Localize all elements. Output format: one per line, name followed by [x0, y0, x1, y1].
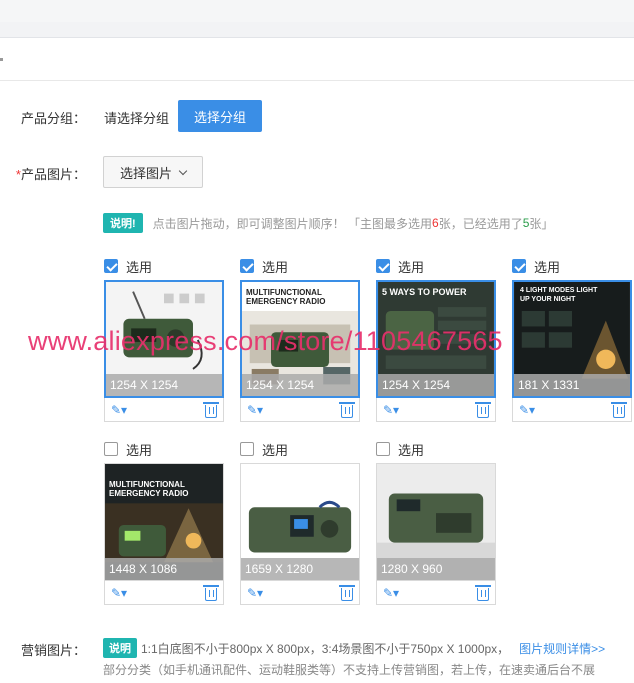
image-banner: MULTIFUNCTIONAL EMERGENCY RADIO	[109, 480, 189, 498]
image-thumb[interactable]: 1280 X 960	[376, 463, 496, 581]
magic-wand-icon[interactable]: ✎▾	[383, 586, 399, 600]
checkbox[interactable]	[376, 259, 390, 273]
group-placeholder: 请选择分组	[104, 111, 170, 126]
image-banner: 5 WAYS TO POWER	[382, 287, 467, 297]
checkbox[interactable]	[376, 442, 390, 456]
select-images-label: 选择图片	[119, 165, 172, 181]
image-card: 选用 1659 X 1280 ✎▾	[240, 439, 360, 605]
tip-badge: 说明!	[103, 213, 143, 233]
top-bar-strip	[0, 0, 634, 22]
check-label: 选用	[126, 442, 153, 458]
trash-icon[interactable]	[339, 401, 355, 418]
image-check[interactable]: 选用	[240, 439, 360, 459]
magic-wand-icon[interactable]: ✎▾	[383, 403, 399, 417]
image-banner: 4 LIGHT MODES LIGHT UP YOUR NIGHT	[520, 287, 598, 303]
checkbox[interactable]	[104, 442, 118, 456]
chevron-down-icon	[178, 166, 188, 175]
checkbox[interactable]	[104, 259, 118, 273]
group-label: 产品分组：	[20, 111, 86, 126]
image-rules-link[interactable]: 图片规则详情>>	[519, 640, 605, 657]
marketing-label: 营销图片：	[20, 643, 86, 658]
check-label: 选用	[534, 259, 561, 275]
image-size: 1254 X 1254	[106, 374, 222, 396]
magic-wand-icon[interactable]: ✎▾	[247, 403, 263, 417]
magic-wand-icon[interactable]: ✎▾	[111, 403, 127, 417]
image-size: 1254 X 1254	[242, 374, 358, 396]
tip-text-a: 点击图片拖动，即可调整图片顺序！ 「主图最多选用	[152, 216, 433, 231]
image-thumb[interactable]: MULTIFUNCTIONAL EMERGENCY RADIO 1448 X 1…	[104, 463, 224, 581]
image-tools: ✎▾	[104, 581, 224, 605]
checkbox[interactable]	[240, 442, 254, 456]
tip-text-c: 张」	[529, 216, 554, 231]
image-size: 1659 X 1280	[241, 558, 359, 580]
image-check[interactable]: 选用	[376, 439, 496, 459]
trash-icon[interactable]	[203, 584, 219, 601]
tip-text-b: 张，已经选用了	[438, 216, 523, 231]
image-check[interactable]: 选用	[512, 256, 632, 276]
checkbox[interactable]	[512, 259, 526, 273]
image-card: 选用 1280 X 960 ✎▾	[376, 439, 496, 605]
image-tools: ✎▾	[240, 398, 360, 422]
image-check[interactable]: 选用	[104, 256, 224, 276]
trash-icon[interactable]	[203, 401, 219, 418]
marketing-line1: 1:1白底图不小于800px X 800px，3:4场景图不小于750px X …	[141, 641, 510, 656]
check-label: 选用	[398, 259, 425, 275]
image-check[interactable]: 选用	[104, 439, 224, 459]
select-images-button[interactable]: 选择图片	[103, 156, 203, 188]
checkbox[interactable]	[240, 259, 254, 273]
check-label: 选用	[262, 259, 289, 275]
images-label-text: 产品图片：	[20, 167, 86, 182]
check-label: 选用	[398, 442, 425, 458]
select-group-button[interactable]: 选择分组	[178, 100, 262, 132]
top-bar	[0, 0, 634, 38]
trash-icon[interactable]	[611, 401, 627, 418]
marketing-tip: 说明 1:1白底图不小于800px X 800px，3:4场景图不小于750px…	[103, 638, 605, 658]
trash-icon[interactable]	[475, 401, 491, 418]
image-size: 1280 X 960	[377, 558, 495, 580]
image-tools: ✎▾	[376, 398, 496, 422]
image-tools: ✎▾	[512, 398, 632, 422]
image-tools: ✎▾	[376, 581, 496, 605]
image-tools: ✎▾	[104, 398, 224, 422]
trash-icon[interactable]	[339, 584, 355, 601]
image-check[interactable]: 选用	[376, 256, 496, 276]
watermark-text: www.aliexpress.com/store/1105467565	[28, 326, 503, 356]
magic-wand-icon[interactable]: ✎▾	[519, 403, 535, 417]
tip-used: 5	[522, 216, 530, 230]
magic-wand-icon[interactable]: ✎▾	[247, 586, 263, 600]
marketing-line2: 部分分类（如手机通讯配件、运动鞋服类等）不支持上传营销图，若上传，在速卖通后台不…	[103, 663, 596, 677]
check-label: 选用	[262, 442, 289, 458]
images-label: *产品图片：	[0, 164, 86, 183]
image-thumb[interactable]: 4 LIGHT MODES LIGHT UP YOUR NIGHT 181 X …	[512, 280, 632, 398]
image-card: 选用 MULTIFUNCTIONAL EMERGENCY RADIO 1448 …	[104, 439, 224, 605]
image-card: 选用 4 LIGHT MODES LIGHT UP YOUR NIGHT 181…	[512, 256, 632, 422]
image-size: 181 X 1331	[514, 374, 630, 396]
tip-max: 6	[432, 216, 439, 230]
marketing-badge: 说明	[103, 638, 137, 658]
image-tools: ✎▾	[240, 581, 360, 605]
image-check[interactable]: 选用	[240, 256, 360, 276]
image-size: 1254 X 1254	[378, 374, 494, 396]
panel-marker	[0, 58, 3, 61]
divider	[0, 80, 634, 81]
image-thumb[interactable]: 1659 X 1280	[240, 463, 360, 581]
image-banner: MULTIFUNCTIONAL EMERGENCY RADIO	[246, 288, 326, 306]
images-tip: 说明! 点击图片拖动，即可调整图片顺序！ 「主图最多选用 6 张，已经选用了 5 张」	[103, 213, 553, 233]
magic-wand-icon[interactable]: ✎▾	[111, 586, 127, 600]
trash-icon[interactable]	[475, 584, 491, 601]
check-label: 选用	[126, 259, 153, 275]
image-size: 1448 X 1086	[105, 558, 223, 580]
